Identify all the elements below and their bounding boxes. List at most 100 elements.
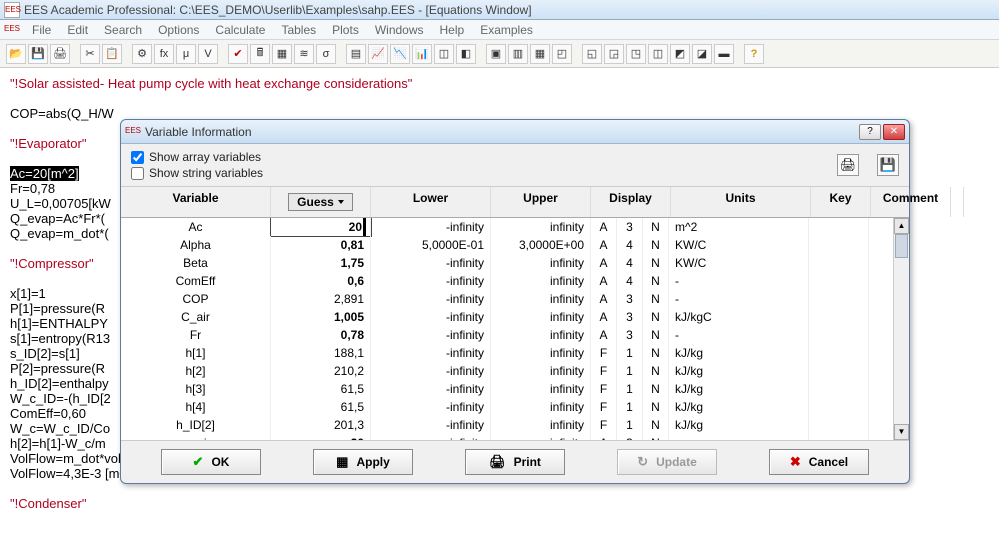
cell-guess[interactable]: 61,5 bbox=[271, 398, 371, 416]
cell-guess[interactable]: 1,005 bbox=[271, 308, 371, 326]
print-icon[interactable]: 🖨 bbox=[50, 44, 70, 64]
vertical-scrollbar[interactable]: ▲ ▼ bbox=[893, 218, 909, 440]
cell-display-digits[interactable]: 4 bbox=[617, 254, 643, 272]
cell-display-mode[interactable]: N bbox=[643, 236, 669, 254]
cell-display-format[interactable]: A bbox=[591, 218, 617, 236]
menu-edit[interactable]: Edit bbox=[59, 23, 96, 37]
uncert-icon[interactable]: σ bbox=[316, 44, 336, 64]
win1-icon[interactable]: ▣ bbox=[486, 44, 506, 64]
cell-display-digits[interactable]: 4 bbox=[617, 236, 643, 254]
col-units[interactable]: Units bbox=[671, 187, 811, 217]
cell-variable[interactable]: ComEff bbox=[121, 272, 271, 290]
dialog-titlebar[interactable]: EES Variable Information ? ✕ bbox=[121, 120, 909, 144]
cell-variable[interactable]: h[1] bbox=[121, 344, 271, 362]
help-button[interactable]: ? bbox=[859, 124, 881, 140]
cell-variable[interactable]: m_air bbox=[121, 434, 271, 441]
cell-guess[interactable]: 0,6 bbox=[271, 272, 371, 290]
win9-icon[interactable]: ◩ bbox=[670, 44, 690, 64]
scroll-down-icon[interactable]: ▼ bbox=[894, 424, 909, 440]
cell-display-format[interactable]: A bbox=[591, 272, 617, 290]
cell-display-digits[interactable]: 1 bbox=[617, 344, 643, 362]
cell-upper[interactable]: infinity bbox=[491, 290, 591, 308]
cell-key[interactable] bbox=[809, 218, 869, 236]
win2-icon[interactable]: ▥ bbox=[508, 44, 528, 64]
cell-display-mode[interactable]: N bbox=[643, 290, 669, 308]
update-button[interactable]: ↻Update bbox=[617, 449, 717, 475]
menu-file[interactable]: File bbox=[24, 23, 59, 37]
cell-key[interactable] bbox=[809, 344, 869, 362]
calc-icon[interactable]: 🖩 bbox=[250, 44, 270, 64]
cell-display-mode[interactable]: N bbox=[643, 344, 669, 362]
plot4-icon[interactable]: ◫ bbox=[434, 44, 454, 64]
menu-options[interactable]: Options bbox=[150, 23, 207, 37]
cell-display-format[interactable]: A bbox=[591, 308, 617, 326]
cell-key[interactable] bbox=[809, 380, 869, 398]
cell-display-format[interactable]: A bbox=[591, 236, 617, 254]
cell-variable[interactable]: Alpha bbox=[121, 236, 271, 254]
cell-lower[interactable]: -infinity bbox=[371, 308, 491, 326]
cell-upper[interactable]: 3,0000E+00 bbox=[491, 236, 591, 254]
check-icon[interactable]: ✔ bbox=[228, 44, 248, 64]
cell-units[interactable]: - bbox=[669, 272, 809, 290]
cell-key[interactable] bbox=[809, 308, 869, 326]
cell-variable[interactable]: h_ID[2] bbox=[121, 416, 271, 434]
menu-search[interactable]: Search bbox=[96, 23, 150, 37]
cell-upper[interactable]: infinity bbox=[491, 362, 591, 380]
cell-units[interactable]: - bbox=[669, 326, 809, 344]
cell-display-format[interactable]: F bbox=[591, 362, 617, 380]
cell-display-format[interactable]: A bbox=[591, 254, 617, 272]
cell-display-mode[interactable]: N bbox=[643, 272, 669, 290]
cell-display-digits[interactable]: 3 bbox=[617, 290, 643, 308]
help-icon[interactable]: ? bbox=[744, 44, 764, 64]
cell-display-mode[interactable]: N bbox=[643, 398, 669, 416]
ok-button[interactable]: ✔OK bbox=[161, 449, 261, 475]
col-comment[interactable]: Comment bbox=[871, 187, 951, 217]
cell-key[interactable] bbox=[809, 326, 869, 344]
menu-tables[interactable]: Tables bbox=[273, 23, 324, 37]
cell-display-mode[interactable]: N bbox=[643, 218, 669, 236]
cell-display-mode[interactable]: N bbox=[643, 416, 669, 434]
win8-icon[interactable]: ◫ bbox=[648, 44, 668, 64]
col-lower[interactable]: Lower bbox=[371, 187, 491, 217]
units-icon[interactable]: μ bbox=[176, 44, 196, 64]
col-key[interactable]: Key bbox=[811, 187, 871, 217]
cell-lower[interactable]: -infinity bbox=[371, 380, 491, 398]
cell-guess[interactable]: 2,891 bbox=[271, 290, 371, 308]
minmax-icon[interactable]: ≋ bbox=[294, 44, 314, 64]
cell-lower[interactable]: -infinity bbox=[371, 254, 491, 272]
win10-icon[interactable]: ◪ bbox=[692, 44, 712, 64]
cell-guess[interactable]: 0,78 bbox=[271, 326, 371, 344]
print-button[interactable]: 🖨Print bbox=[465, 449, 565, 475]
cell-lower[interactable]: -infinity bbox=[371, 272, 491, 290]
table-row[interactable]: Beta1,75-infinityinfinityA4NKW/C bbox=[121, 254, 909, 272]
cell-guess[interactable]: 20 bbox=[271, 434, 371, 441]
table-row[interactable]: m_air20-infinityinfinityA3N bbox=[121, 434, 909, 441]
cell-key[interactable] bbox=[809, 416, 869, 434]
cell-lower[interactable]: -infinity bbox=[371, 218, 491, 236]
cell-display-digits[interactable]: 3 bbox=[617, 308, 643, 326]
cell-guess[interactable]: 1,75 bbox=[271, 254, 371, 272]
cell-upper[interactable]: infinity bbox=[491, 398, 591, 416]
cell-display-digits[interactable]: 4 bbox=[617, 272, 643, 290]
cell-variable[interactable]: Fr bbox=[121, 326, 271, 344]
menu-help[interactable]: Help bbox=[432, 23, 473, 37]
cell-display-mode[interactable]: N bbox=[643, 380, 669, 398]
cell-units[interactable]: kJ/kg bbox=[669, 344, 809, 362]
cell-guess[interactable]: 201,3 bbox=[271, 416, 371, 434]
win4-icon[interactable]: ◰ bbox=[552, 44, 572, 64]
cell-lower[interactable]: -infinity bbox=[371, 290, 491, 308]
cell-upper[interactable]: infinity bbox=[491, 416, 591, 434]
varinfo-icon[interactable]: V bbox=[198, 44, 218, 64]
cell-units[interactable]: KW/C bbox=[669, 236, 809, 254]
win11-icon[interactable]: ▬ bbox=[714, 44, 734, 64]
plot5-icon[interactable]: ◧ bbox=[456, 44, 476, 64]
scrollbar-thumb[interactable] bbox=[895, 234, 908, 258]
table-row[interactable]: h[2]210,2-infinityinfinityF1NkJ/kg bbox=[121, 362, 909, 380]
cell-display-mode[interactable]: N bbox=[643, 326, 669, 344]
cut-icon[interactable]: ✂ bbox=[80, 44, 100, 64]
cell-units[interactable]: kJ/kg bbox=[669, 398, 809, 416]
cell-display-digits[interactable]: 3 bbox=[617, 218, 643, 236]
cell-lower[interactable]: -infinity bbox=[371, 326, 491, 344]
cell-lower[interactable]: -infinity bbox=[371, 416, 491, 434]
cancel-button[interactable]: ✖Cancel bbox=[769, 449, 869, 475]
